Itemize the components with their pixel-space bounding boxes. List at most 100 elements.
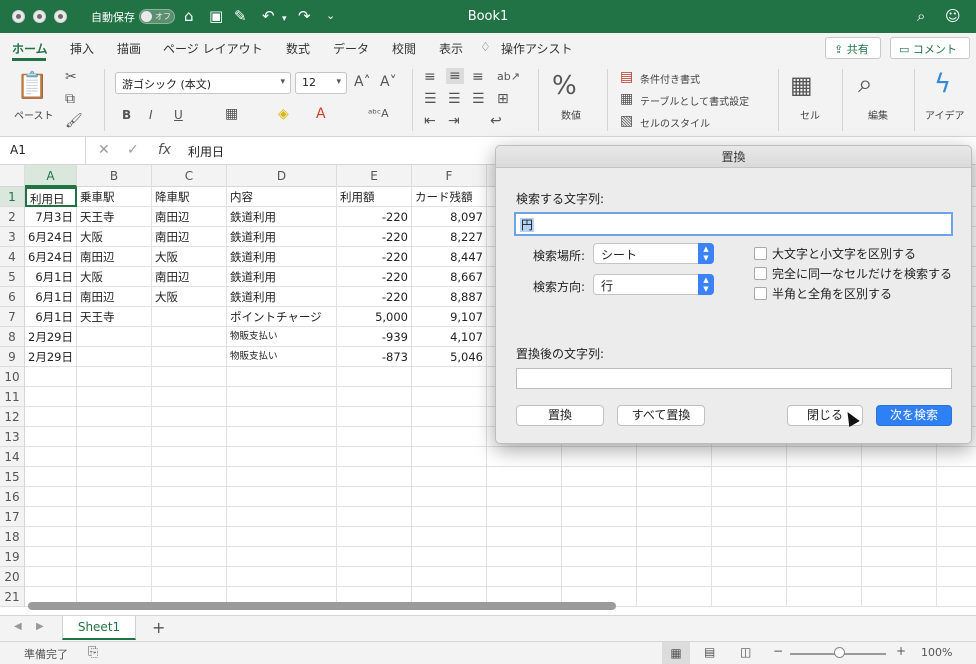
align-left-icon[interactable]: ☰ bbox=[424, 91, 437, 107]
cell[interactable] bbox=[77, 347, 152, 367]
cell[interactable] bbox=[787, 567, 862, 587]
cell[interactable] bbox=[862, 487, 937, 507]
tab-view[interactable]: 表示 bbox=[439, 40, 463, 57]
fx-icon[interactable]: fx bbox=[158, 142, 171, 158]
cell[interactable] bbox=[787, 587, 862, 607]
cell[interactable] bbox=[227, 367, 337, 387]
cell[interactable] bbox=[152, 547, 227, 567]
paste-icon[interactable]: 📋 bbox=[16, 71, 48, 101]
page-layout-view-icon[interactable]: ▤ bbox=[704, 645, 715, 659]
search-icon[interactable]: ⌕ bbox=[917, 7, 925, 25]
normal-view-icon[interactable]: ▦ bbox=[662, 642, 690, 664]
column-header-c[interactable]: C bbox=[152, 165, 227, 187]
percent-icon[interactable]: % bbox=[552, 71, 577, 101]
row-header[interactable]: 1 bbox=[0, 187, 25, 207]
font-size-dropdown[interactable]: 12 ▾ bbox=[295, 72, 347, 94]
row-header[interactable]: 20 bbox=[0, 567, 25, 587]
row-header[interactable]: 8 bbox=[0, 327, 25, 347]
wrap-text-icon[interactable]: ↩ bbox=[490, 113, 502, 129]
cell[interactable] bbox=[152, 327, 227, 347]
cell[interactable] bbox=[77, 487, 152, 507]
cell[interactable] bbox=[227, 447, 337, 467]
cell[interactable] bbox=[712, 447, 787, 467]
cell[interactable] bbox=[637, 487, 712, 507]
cell[interactable]: ポイントチャージ bbox=[227, 307, 337, 327]
cell[interactable] bbox=[787, 507, 862, 527]
cell[interactable]: 9,107 bbox=[412, 307, 487, 327]
cell[interactable]: 6月1日 bbox=[25, 307, 77, 327]
cell[interactable] bbox=[77, 527, 152, 547]
cell[interactable]: 鉄道利用 bbox=[227, 287, 337, 307]
cell[interactable] bbox=[152, 367, 227, 387]
cell[interactable] bbox=[227, 527, 337, 547]
cell[interactable] bbox=[637, 507, 712, 527]
cell[interactable] bbox=[337, 447, 412, 467]
cell[interactable]: 南田辺 bbox=[152, 207, 227, 227]
cell[interactable] bbox=[337, 547, 412, 567]
tab-page-layout[interactable]: ページ レイアウト bbox=[163, 40, 263, 57]
match-case-checkbox[interactable]: 大文字と小文字を区別する bbox=[754, 245, 916, 262]
row-header[interactable]: 18 bbox=[0, 527, 25, 547]
cell[interactable]: 大阪 bbox=[77, 267, 152, 287]
cell[interactable] bbox=[77, 467, 152, 487]
cell[interactable]: 利用額 bbox=[337, 187, 412, 207]
cell[interactable] bbox=[787, 487, 862, 507]
name-box[interactable]: A1 bbox=[0, 137, 86, 164]
cell[interactable] bbox=[25, 407, 77, 427]
cell[interactable] bbox=[937, 507, 976, 527]
cell[interactable] bbox=[412, 487, 487, 507]
cell[interactable] bbox=[77, 367, 152, 387]
zoom-slider-knob[interactable] bbox=[834, 647, 845, 658]
search-edit-icon[interactable]: ⌕ bbox=[858, 69, 873, 99]
cell[interactable]: 南田辺 bbox=[152, 227, 227, 247]
cell[interactable]: 2月29日 bbox=[25, 327, 77, 347]
tab-insert[interactable]: 挿入 bbox=[70, 40, 94, 57]
decrease-font-icon[interactable]: A˅ bbox=[380, 74, 397, 90]
font-color-icon[interactable]: A bbox=[316, 106, 326, 122]
page-break-view-icon[interactable]: ◫ bbox=[740, 645, 751, 659]
cell[interactable] bbox=[337, 407, 412, 427]
cell[interactable] bbox=[152, 507, 227, 527]
row-header[interactable]: 11 bbox=[0, 387, 25, 407]
cell[interactable] bbox=[227, 487, 337, 507]
cell[interactable]: 5,000 bbox=[337, 307, 412, 327]
cell[interactable]: -220 bbox=[337, 227, 412, 247]
search-in-select[interactable]: シート ▲ ▼ bbox=[593, 243, 714, 264]
cell[interactable] bbox=[412, 507, 487, 527]
cell[interactable] bbox=[637, 567, 712, 587]
cell[interactable] bbox=[562, 567, 637, 587]
cell[interactable] bbox=[77, 567, 152, 587]
cell[interactable]: 5,046 bbox=[412, 347, 487, 367]
cell[interactable] bbox=[337, 467, 412, 487]
add-sheet-button[interactable]: + bbox=[152, 618, 165, 637]
cell[interactable] bbox=[227, 387, 337, 407]
decrease-indent-icon[interactable]: ⇤ bbox=[424, 113, 436, 129]
find-input[interactable]: 円 bbox=[514, 212, 953, 236]
cell[interactable] bbox=[337, 387, 412, 407]
cell[interactable] bbox=[25, 367, 77, 387]
cell[interactable] bbox=[152, 347, 227, 367]
cell[interactable]: 大阪 bbox=[152, 247, 227, 267]
cell[interactable] bbox=[337, 567, 412, 587]
cell[interactable] bbox=[862, 587, 937, 607]
cell[interactable] bbox=[712, 547, 787, 567]
cell[interactable] bbox=[787, 467, 862, 487]
cell[interactable] bbox=[487, 507, 562, 527]
cell[interactable] bbox=[487, 547, 562, 567]
cell[interactable]: 大阪 bbox=[77, 227, 152, 247]
cell[interactable] bbox=[937, 487, 976, 507]
align-top-icon[interactable]: ≡ bbox=[424, 69, 436, 85]
cell[interactable]: -220 bbox=[337, 207, 412, 227]
format-table-icon[interactable]: ▦ bbox=[620, 91, 633, 107]
cell[interactable] bbox=[412, 407, 487, 427]
macro-record-icon[interactable]: ⎘ bbox=[88, 645, 98, 660]
cell[interactable]: 鉄道利用 bbox=[227, 227, 337, 247]
formula-input[interactable]: 利用日 bbox=[188, 143, 224, 160]
cell[interactable] bbox=[25, 547, 77, 567]
cell[interactable] bbox=[487, 447, 562, 467]
row-header[interactable]: 4 bbox=[0, 247, 25, 267]
sheet-tab[interactable]: Sheet1 bbox=[62, 616, 136, 640]
align-right-icon[interactable]: ☰ bbox=[472, 91, 485, 107]
cell[interactable] bbox=[637, 467, 712, 487]
cell[interactable]: -220 bbox=[337, 287, 412, 307]
